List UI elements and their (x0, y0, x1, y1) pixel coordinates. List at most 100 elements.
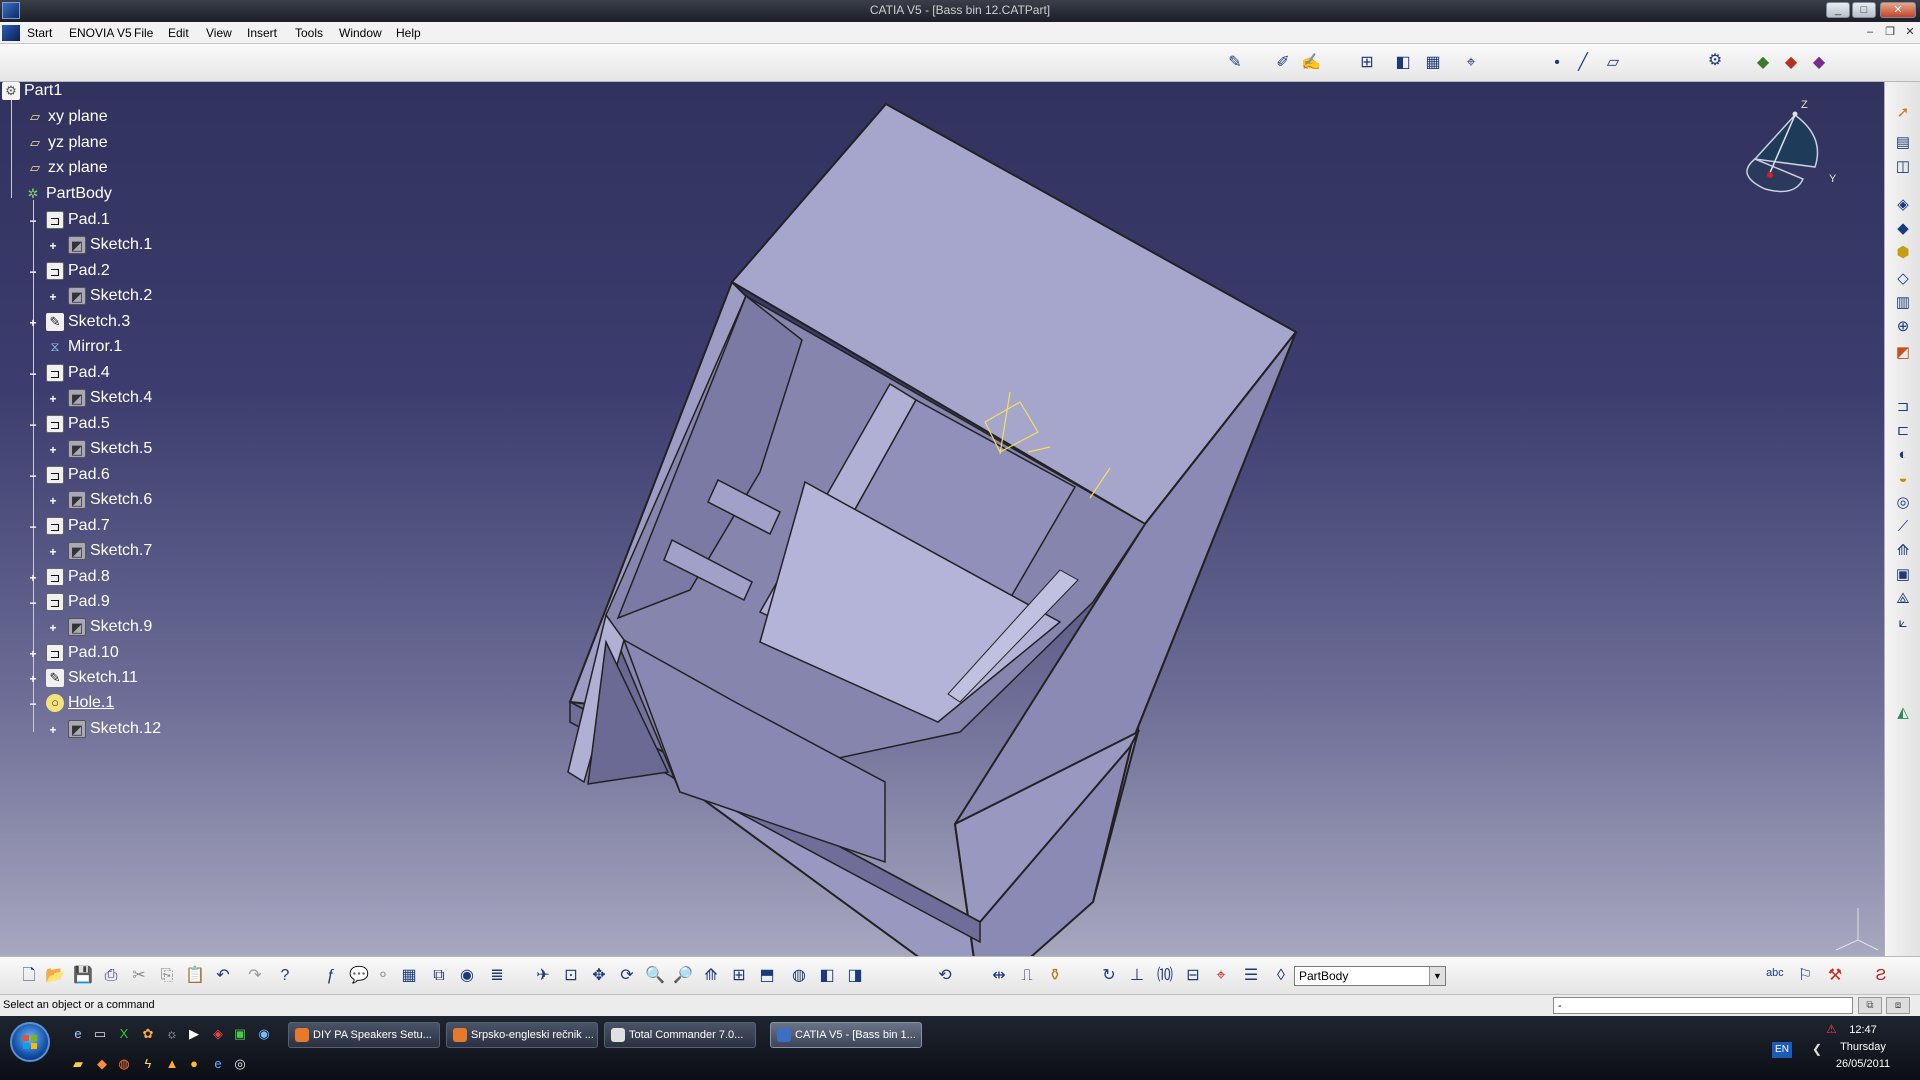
grid-icon[interactable]: ▦ (1422, 52, 1444, 74)
tree-node-pad4[interactable]: ⊐ Pad.4 (46, 362, 110, 384)
maximize-button[interactable]: □ (1852, 2, 1876, 18)
tree-node-sketch9[interactable]: ◩ Sketch.9 (68, 616, 152, 638)
doc-restore-icon[interactable]: ❐ (1882, 25, 1898, 40)
zoom-out-icon[interactable]: 🔎 (672, 965, 694, 987)
tree-node-pad1[interactable]: ⊐ Pad.1 (46, 209, 110, 231)
menu-file[interactable]: File (134, 26, 153, 40)
task-diy-pa-speakers[interactable]: DIY PA Speakers Setu... (288, 1022, 440, 1048)
iso-view-icon[interactable]: ⬒ (756, 965, 778, 987)
tree-node-zx-plane[interactable]: ▱ zx plane (26, 157, 108, 179)
pad-tool-icon[interactable]: ⊐ (1892, 396, 1914, 418)
media-player-icon[interactable]: ▶ (186, 1026, 202, 1042)
tree-node-sketch11[interactable]: ✎ Sketch.11 (46, 667, 138, 689)
catia-brand-icon[interactable]: Ƨ (1870, 965, 1892, 987)
excel-icon[interactable]: X (116, 1026, 132, 1042)
open-folder-icon[interactable]: 📂 (44, 965, 66, 987)
update-all-icon[interactable]: ↻ (1098, 965, 1120, 987)
collapse-icon[interactable]: − (28, 521, 38, 533)
sketch-tool-icon[interactable]: ✎ (1224, 52, 1246, 74)
tree-node-sketch2[interactable]: ◩ Sketch.2 (68, 285, 152, 307)
axis-system-icon[interactable]: ⊥ (1126, 965, 1148, 987)
collapse-icon[interactable]: − (28, 698, 38, 710)
line-icon[interactable]: ╱ (1572, 52, 1594, 74)
table-grid-icon[interactable]: ▦ (398, 965, 420, 987)
expand-icon[interactable]: + (48, 291, 58, 303)
knowledge-icon[interactable]: ◉ (456, 965, 478, 987)
command-input[interactable] (1553, 997, 1853, 1014)
vlc-icon[interactable]: ▲ (164, 1056, 180, 1072)
start-button[interactable] (10, 1022, 50, 1062)
menu-view[interactable]: View (206, 26, 232, 40)
winrar-icon[interactable]: ▰ (70, 1056, 86, 1072)
tree-node-sketch4[interactable]: ◩ Sketch.4 (68, 387, 152, 409)
render-multi-icon[interactable]: ◆ (1808, 52, 1830, 74)
tree-node-pad10[interactable]: ⊐ Pad.10 (46, 642, 119, 664)
cut-icon[interactable]: ✂ (128, 965, 150, 987)
command-history-icon[interactable]: ⧈ (1886, 997, 1910, 1014)
tree-node-xy-plane[interactable]: ▱ xy plane (26, 106, 108, 128)
tree-node-sketch1[interactable]: ◩ Sketch.1 (68, 234, 152, 256)
menu-enovia[interactable]: ENOVIA V5 (69, 26, 132, 40)
normal-view-icon[interactable]: ⟰ (700, 965, 722, 987)
abc-annotation-icon[interactable]: ᵃᵇᶜ (1764, 965, 1786, 987)
tree-node-mirror1[interactable]: ⧖ Mirror.1 (46, 336, 122, 358)
constraint-icon[interactable]: ⊞ (1356, 52, 1378, 74)
expand-icon[interactable]: + (48, 546, 58, 558)
tree-node-pad6[interactable]: ⊐ Pad.6 (46, 464, 110, 486)
redo-icon[interactable]: ↷ (244, 965, 266, 987)
solid-box-icon[interactable]: ◈ (1892, 194, 1914, 216)
rotate-icon[interactable]: ⟳ (616, 965, 638, 987)
slot-tool-icon[interactable]: ⟰ (1892, 540, 1914, 562)
doc-minimize-icon[interactable]: – (1862, 25, 1878, 40)
zoom-in-icon[interactable]: 🔍 (644, 965, 666, 987)
hole-tool-icon[interactable]: ◎ (1892, 492, 1914, 514)
groove-tool-icon[interactable]: ◒ (1892, 468, 1914, 490)
whats-this-icon[interactable]: ? (274, 965, 296, 987)
tree-node-sketch5[interactable]: ◩ Sketch.5 (68, 438, 152, 460)
menu-window[interactable]: Window (339, 26, 382, 40)
tree-node-partbody[interactable]: ✲ PartBody (24, 183, 112, 205)
analysis-icon[interactable]: ◧ (1392, 52, 1414, 74)
compass-widget[interactable]: Z Y (1725, 97, 1845, 207)
flash-icon[interactable]: ϟ (140, 1056, 156, 1072)
block-icon[interactable]: ◆ (1892, 218, 1914, 240)
tree-node-hole1[interactable]: ○ Hole.1 (46, 692, 114, 714)
pan-icon[interactable]: ✥ (588, 965, 610, 987)
expand-icon[interactable]: + (28, 673, 38, 685)
point-icon[interactable]: • (1546, 52, 1568, 74)
formula-icon[interactable]: ƒ (320, 965, 342, 987)
measure-between-icon[interactable]: ⇹ (988, 965, 1010, 987)
close-button[interactable]: ✕ (1880, 2, 1916, 18)
tree-node-pad9[interactable]: ⊐ Pad.9 (46, 591, 110, 613)
app-sun-icon[interactable]: ● (186, 1056, 202, 1072)
comment-icon[interactable]: 💬 (348, 965, 370, 987)
decimal-units-icon[interactable]: ⑽ (1154, 965, 1176, 987)
copy-icon[interactable]: ⎘ (156, 965, 178, 987)
multi-view-icon[interactable]: ⊞ (728, 965, 750, 987)
render-red-icon[interactable]: ◆ (1780, 52, 1802, 74)
cylinder-icon[interactable]: ⬢ (1892, 242, 1914, 264)
thickness-icon[interactable]: ▥ (1892, 292, 1914, 314)
doc-close-icon[interactable]: ✕ (1902, 25, 1918, 40)
rib-tool-icon[interactable]: ⟋ (1892, 516, 1914, 538)
shaft-tool-icon[interactable]: ◐ (1892, 444, 1914, 466)
shading-icon[interactable]: ◍ (788, 965, 810, 987)
expand-icon[interactable]: + (28, 317, 38, 329)
target-icon[interactable]: ⊕ (1892, 316, 1914, 338)
minimize-button[interactable]: _ (1826, 2, 1850, 18)
ie2-icon[interactable]: e (210, 1056, 226, 1072)
clock[interactable]: 12:47 Thursday 26/05/2011 (1818, 1022, 1908, 1073)
expand-icon[interactable]: + (28, 572, 38, 584)
firefox-icon[interactable]: ◍ (116, 1056, 132, 1072)
fit-all-icon[interactable]: ⌖ (1460, 52, 1482, 74)
surface-tool-icon[interactable]: ◭ (1892, 702, 1914, 724)
app-green-icon[interactable]: ▣ (232, 1026, 248, 1042)
shell-icon[interactable]: ◇ (1892, 268, 1914, 290)
measure-inertia-icon[interactable]: ⚱ (1044, 965, 1066, 987)
expand-icon[interactable]: + (48, 622, 58, 634)
render-tool-icon[interactable]: ⚒ (1824, 965, 1846, 987)
chevron-down-icon[interactable]: ▼ (1429, 967, 1445, 985)
tree-node-pad5[interactable]: ⊐ Pad.5 (46, 413, 110, 435)
sketch-plane-icon[interactable]: ✍ (1300, 52, 1322, 74)
part-design-icon[interactable]: ◫ (1892, 156, 1914, 178)
